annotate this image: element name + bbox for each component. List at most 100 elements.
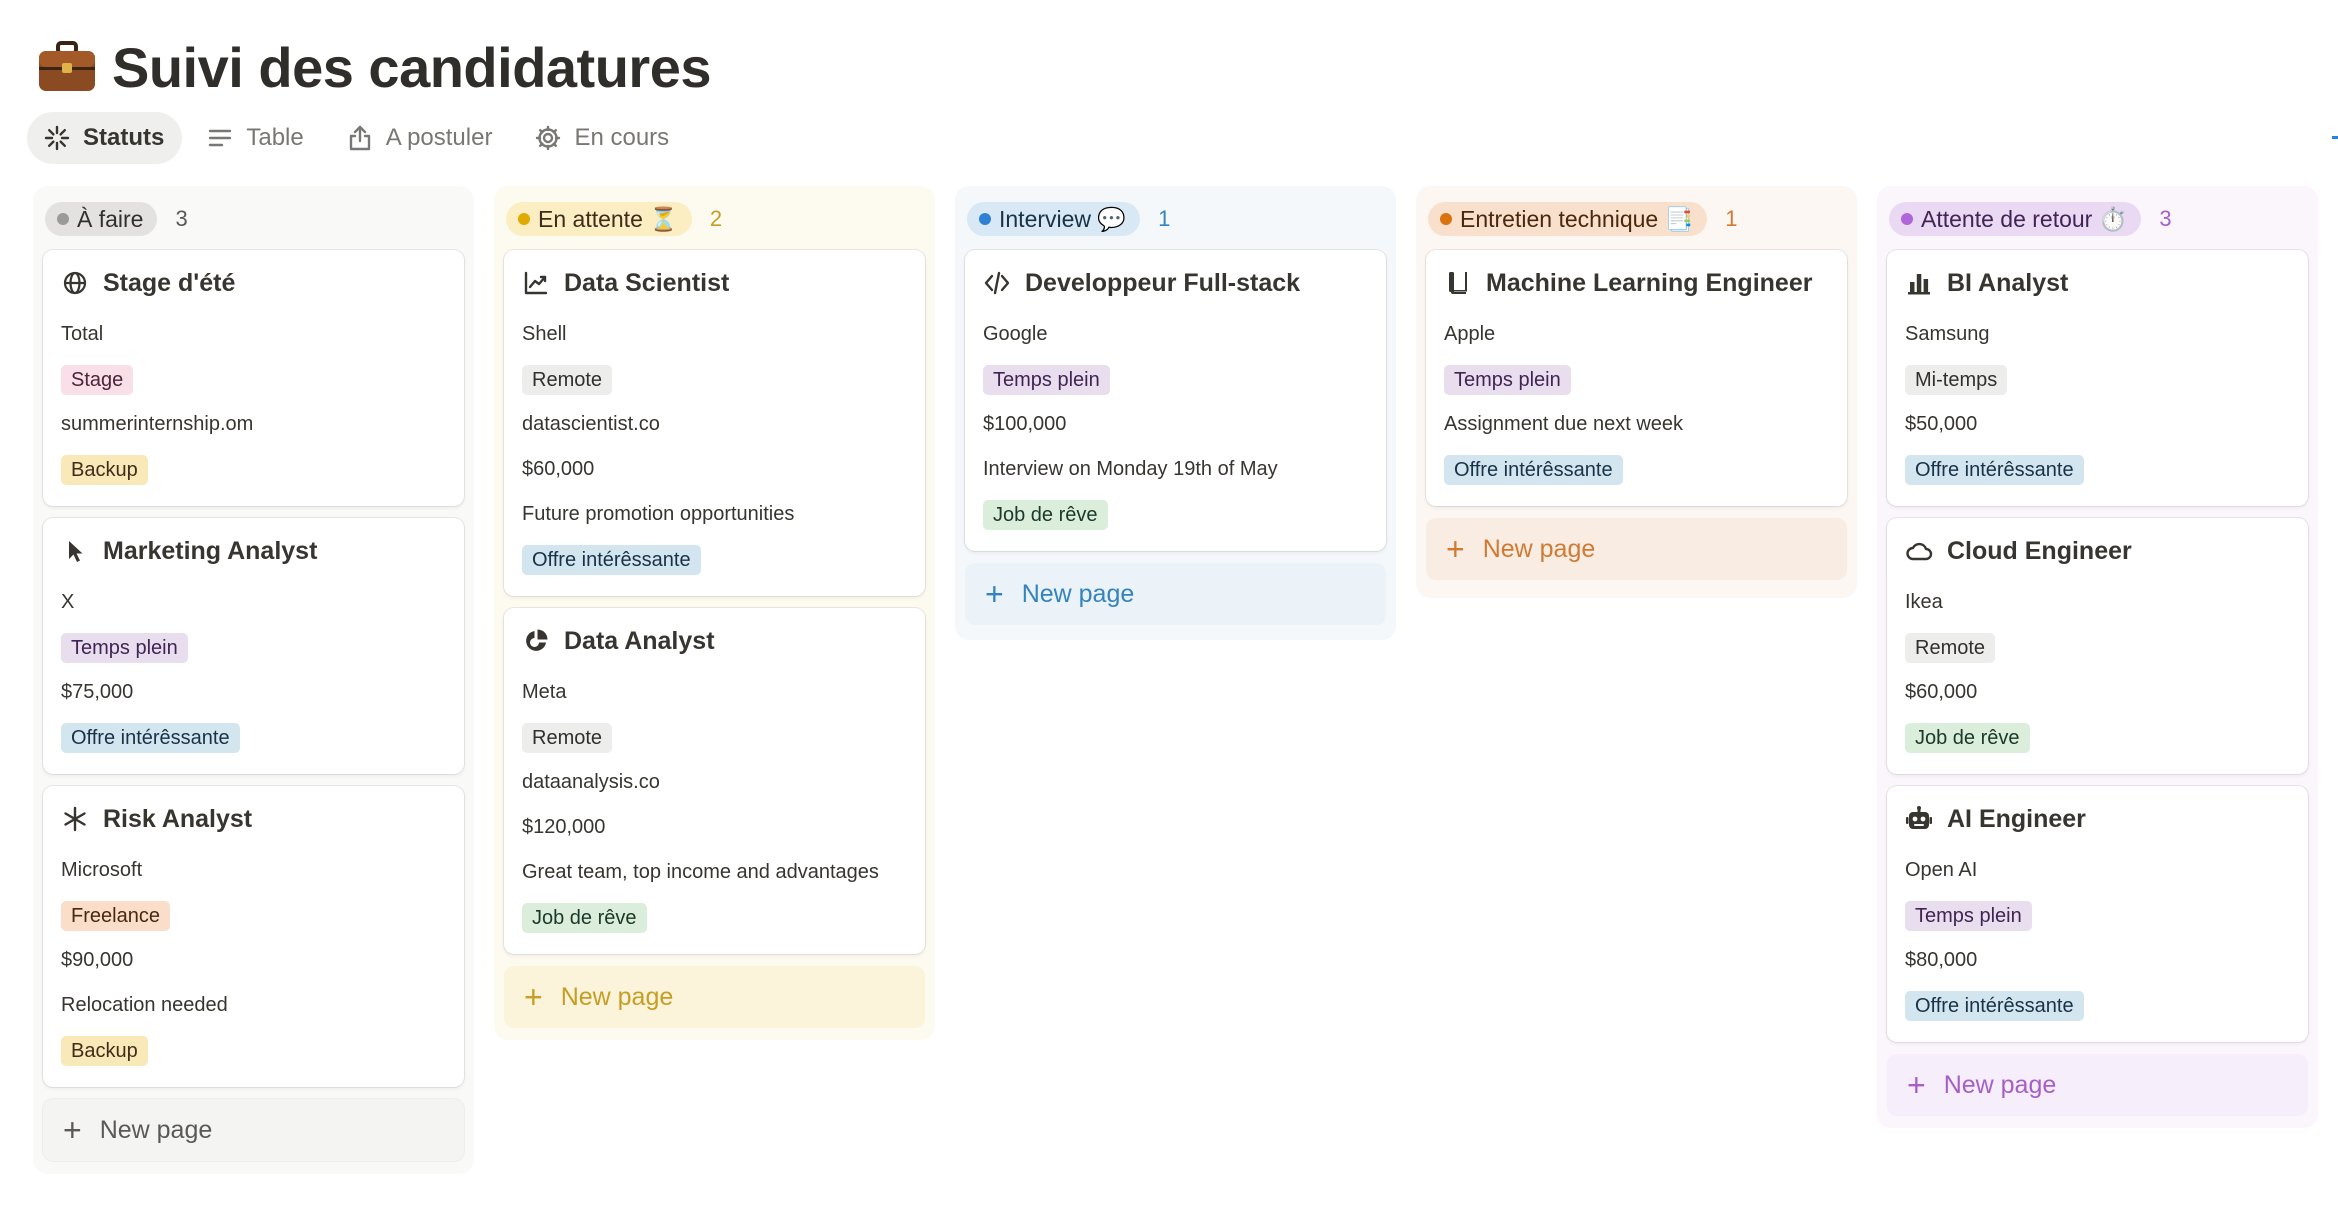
status-pill: Attente de retour ⏱️: [1889, 202, 2142, 236]
pie-chart-icon: [526, 629, 548, 651]
globe-icon: [63, 271, 87, 295]
chart-line-icon: [524, 271, 548, 295]
card-data-analyst[interactable]: Data Analyst Meta Remote dataanalysis.co…: [504, 608, 925, 954]
priority-tag: Offre intérêssante: [522, 544, 701, 575]
card-title: Data Analyst: [564, 626, 715, 655]
card-title: Stage d'été: [103, 268, 236, 297]
link: dataanalysis.co: [522, 771, 660, 793]
priority-tag: Job de rêve: [983, 499, 1108, 530]
column-header[interactable]: En attente ⏳ 2: [504, 196, 925, 242]
link: summerinternship.om: [61, 413, 254, 435]
column-header[interactable]: Attente de retour ⏱️ 3: [1887, 196, 2308, 242]
column-count: 3: [175, 206, 188, 231]
view-tabs: Statuts Table A postuler En cours: [27, 112, 687, 164]
tab-en-cours[interactable]: En cours: [518, 112, 687, 164]
tab-label: En cours: [574, 124, 670, 151]
job-type-tag: Stage: [61, 364, 134, 395]
card-bi-analyst[interactable]: BI Analyst Samsung Mi-temps $50,000 Offr…: [1887, 250, 2308, 506]
briefcase-icon[interactable]: [36, 39, 98, 95]
salary: $100,000: [983, 413, 1067, 435]
company: Google: [983, 323, 1048, 345]
plus-icon: +: [1446, 531, 1465, 567]
note: Interview on Monday 19th of May: [983, 458, 1278, 480]
robot-icon: [1906, 806, 1932, 829]
salary: $90,000: [61, 949, 134, 971]
company: Microsoft: [61, 859, 143, 881]
card-machine-learning-engineer[interactable]: Machine Learning Engineer Apple Temps pl…: [1426, 250, 1847, 506]
priority-tag: Job de rêve: [522, 902, 647, 933]
priority-tag: Backup: [61, 1035, 148, 1066]
job-type-tag: Remote: [522, 722, 613, 753]
salary: $80,000: [1905, 949, 1978, 971]
tab-a-postuler[interactable]: A postuler: [330, 112, 511, 164]
new-page-label: New page: [560, 982, 674, 1011]
status-dot: [1440, 213, 1452, 225]
job-type-tag: Remote: [522, 364, 613, 395]
column-interview: Interview 💬 1 Developpeur Full-stack Goo…: [955, 186, 1396, 640]
column-header[interactable]: Entretien technique 📑 1: [1426, 196, 1847, 242]
status-dot: [518, 213, 530, 225]
column-header[interactable]: À faire 3: [43, 196, 464, 242]
card-risk-analyst[interactable]: Risk Analyst Microsoft Freelance $90,000…: [43, 786, 464, 1087]
column-count: 3: [2159, 206, 2172, 231]
new-page-button[interactable]: + New page: [1426, 518, 1847, 580]
note: Great team, top income and advantages: [522, 861, 879, 883]
card-ai-engineer[interactable]: AI Engineer Open AI Temps plein $80,000 …: [1887, 786, 2308, 1042]
lines-icon: [209, 129, 232, 147]
new-page-button[interactable]: + New page: [965, 563, 1386, 625]
column-en-attente: En attente ⏳ 2 Data Scientist Shell Remo…: [494, 186, 935, 1040]
tab-label: A postuler: [385, 124, 493, 151]
status-pill: En attente ⏳: [506, 202, 692, 236]
column-count: 1: [1158, 206, 1171, 231]
book-icon: [1449, 272, 1467, 294]
card-title: Machine Learning Engineer: [1486, 268, 1813, 297]
new-page-label: New page: [1021, 579, 1135, 608]
company: Apple: [1444, 323, 1496, 345]
column-header[interactable]: Interview 💬 1: [965, 196, 1386, 242]
column-count: 1: [1725, 206, 1738, 231]
salary: $60,000: [1905, 681, 1978, 703]
note: Future promotion opportunities: [522, 503, 795, 525]
company: X: [61, 591, 75, 613]
card-developpeur-full-stack[interactable]: Developpeur Full-stack Google Temps plei…: [965, 250, 1386, 551]
tab-label: Statuts: [83, 124, 165, 151]
tab-table[interactable]: Table: [190, 112, 321, 164]
card-stage-ete[interactable]: Stage d'été Total Stage summerinternship…: [43, 250, 464, 506]
new-page-button[interactable]: + New page: [1887, 1054, 2308, 1116]
status-label: Interview 💬: [999, 205, 1127, 232]
status-dot: [979, 213, 991, 225]
tab-statuts[interactable]: Statuts: [27, 112, 183, 164]
company: Meta: [522, 681, 567, 703]
column-entretien-technique: Entretien technique 📑 1 Machine Learning…: [1416, 186, 1857, 598]
priority-tag: Offre intérêssante: [1905, 454, 2084, 485]
gear-icon: [536, 125, 561, 151]
plus-icon: +: [1907, 1067, 1926, 1103]
card-title: Data Scientist: [564, 268, 730, 297]
card-cloud-engineer[interactable]: Cloud Engineer Ikea Remote $60,000 Job d…: [1887, 518, 2308, 774]
asterisk-icon: [64, 806, 86, 832]
card-marketing-analyst[interactable]: Marketing Analyst X Temps plein $75,000 …: [43, 518, 464, 774]
note: Relocation needed: [61, 994, 228, 1016]
column-attente-de-retour: Attente de retour ⏱️ 3 BI Analyst Samsun…: [1877, 186, 2318, 1128]
card-title: Cloud Engineer: [1947, 536, 2132, 565]
company: Ikea: [1905, 591, 1943, 613]
salary: $120,000: [522, 816, 606, 838]
card-title: Risk Analyst: [103, 804, 253, 833]
salary: $75,000: [61, 681, 134, 703]
code-icon: [984, 271, 1010, 295]
plus-icon: +: [524, 979, 543, 1015]
company: Shell: [522, 323, 567, 345]
status-pill: Interview 💬: [967, 202, 1141, 236]
status-dot: [1901, 213, 1913, 225]
priority-tag: Offre intérêssante: [1444, 454, 1623, 485]
status-label: Attente de retour ⏱️: [1921, 205, 2128, 232]
new-page-button[interactable]: + New page: [43, 1099, 464, 1161]
status-dot: [57, 213, 69, 225]
new-page-button[interactable]: + New page: [504, 966, 925, 1028]
card-data-scientist[interactable]: Data Scientist Shell Remote datascientis…: [504, 250, 925, 596]
page-title: Suivi des candidatures: [112, 35, 711, 99]
note: Assignment due next week: [1444, 413, 1684, 435]
company: Total: [61, 323, 104, 345]
card-title: BI Analyst: [1947, 268, 2069, 297]
salary: $60,000: [522, 458, 595, 480]
